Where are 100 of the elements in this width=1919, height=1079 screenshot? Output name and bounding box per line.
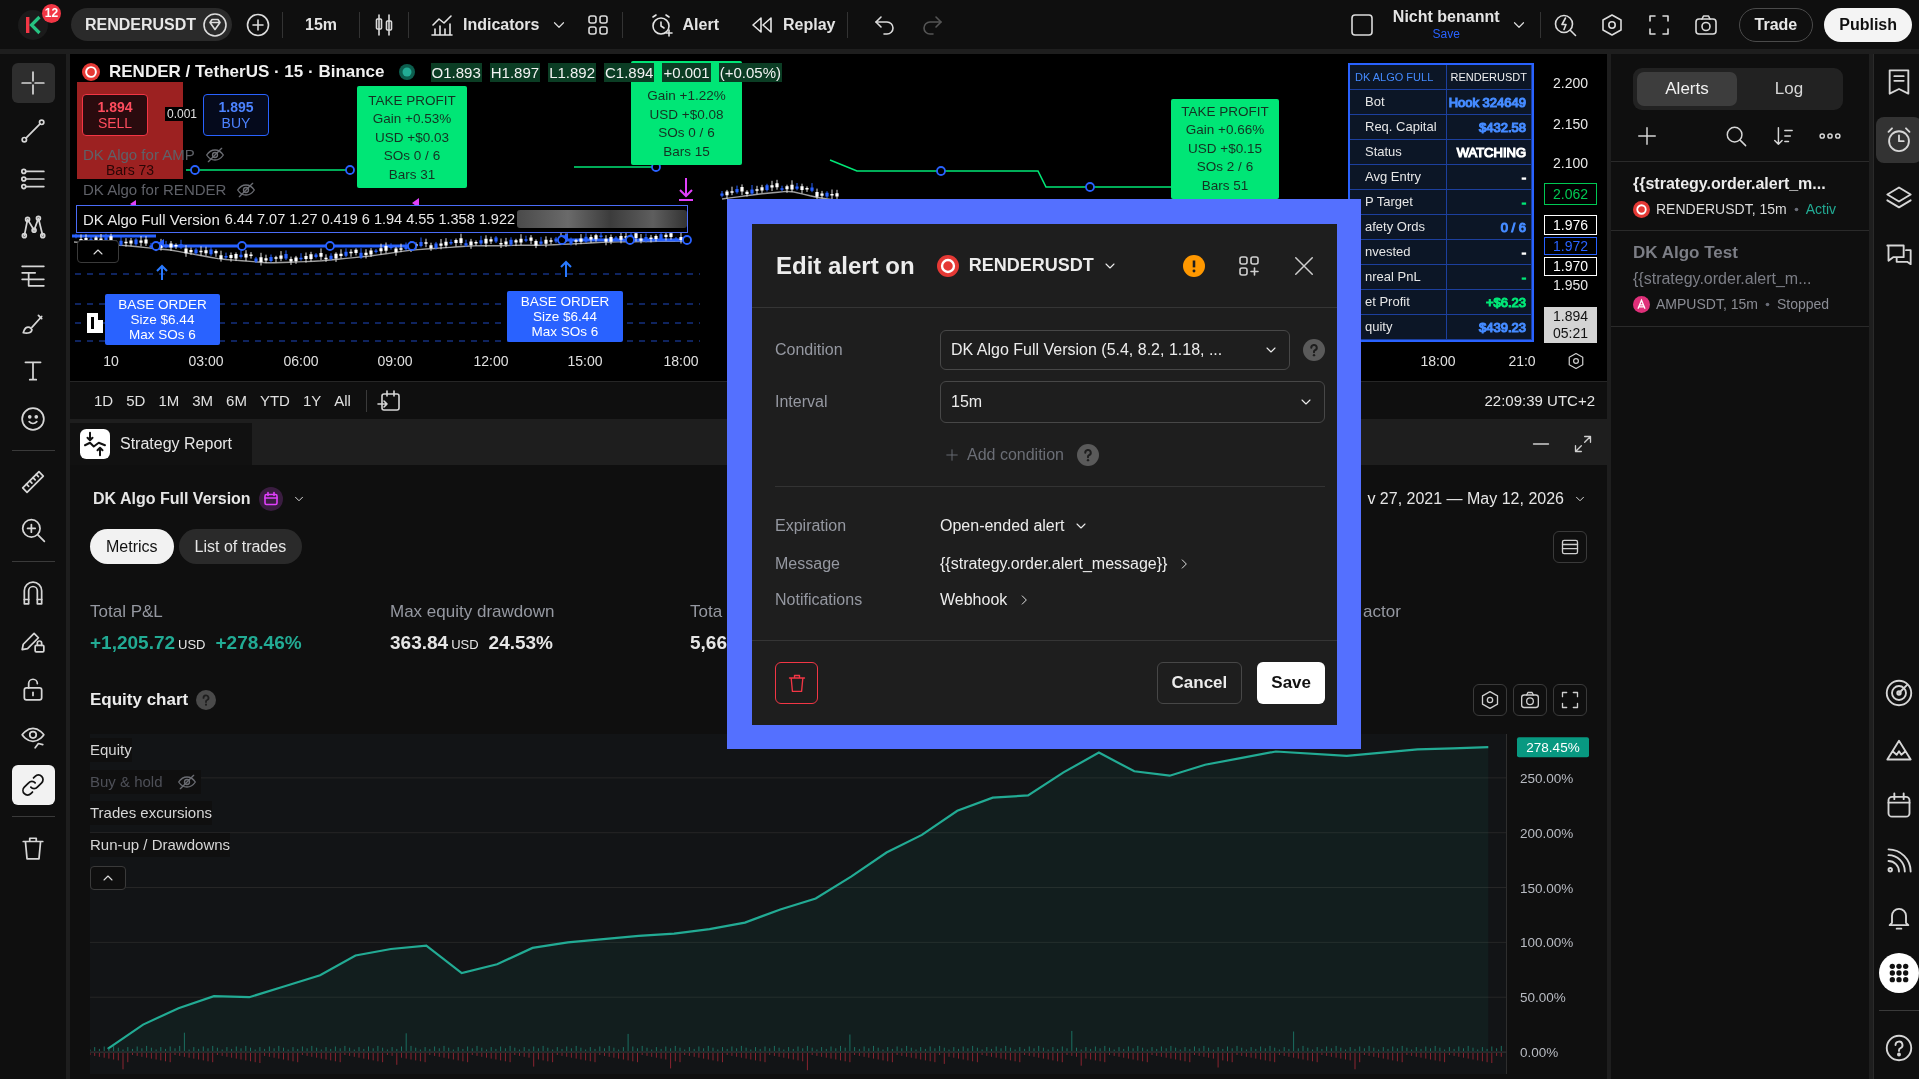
layout-button[interactable] [1553, 530, 1587, 563]
time-label: 10 [103, 353, 119, 369]
layout-name[interactable]: Nicht benannt [1392, 9, 1500, 25]
grid-plus-icon[interactable] [1237, 253, 1261, 278]
close-icon[interactable] [1293, 254, 1315, 277]
period-button[interactable]: 1Y [296, 386, 328, 415]
alert-name: DK Algo Test [1633, 242, 1739, 264]
metric-label: Total P&L [90, 601, 164, 623]
symbol-search-button[interactable]: RENDERUSDT [71, 8, 232, 41]
smiley-icon [20, 406, 46, 432]
alarm-clock-plus-icon [649, 12, 674, 37]
setting-label: Message [775, 555, 841, 573]
alert-item[interactable]: DK Algo Test {{strategy.order.alert_m... AMPUSDT, 15m Stopped [1611, 231, 1869, 327]
dropdown-field[interactable]: 15m [940, 381, 1325, 423]
period-button[interactable]: 1M [152, 386, 186, 415]
save-button[interactable]: Save [1257, 662, 1325, 704]
alert-symbol: RENDERUSDT, 15m [1656, 201, 1787, 217]
chart-settings-button[interactable] [1473, 684, 1507, 716]
cancel-button[interactable]: Cancel [1156, 662, 1243, 704]
period-button[interactable]: YTD [253, 386, 296, 415]
notification-badge: 12 [42, 3, 61, 23]
axis-label: 50.00% [1520, 990, 1566, 1006]
axis-label: 0.00% [1520, 1045, 1559, 1061]
dot-icon [1793, 206, 1799, 212]
price-change: +0.001 [662, 62, 711, 82]
strategy-dropdown[interactable]: DK Algo Full Version [93, 487, 306, 511]
square-icon[interactable] [1349, 12, 1374, 37]
plus-circle-icon[interactable] [246, 12, 270, 37]
tab[interactable]: Alerts [1637, 72, 1737, 106]
time-label: 18:00 [1420, 353, 1456, 369]
alert-item[interactable]: {{strategy.order.alert_m... RENDERUSDT, 15m Activ [1611, 162, 1869, 231]
time-label: 21:0 [1508, 353, 1536, 369]
metric-value: 363.84 [390, 632, 449, 654]
dropdown-field[interactable]: DK Algo Full Version (5.4, 8.2, 1.18, ... [940, 330, 1290, 370]
table-cell: +$6.23 [1447, 290, 1532, 315]
settings-icon[interactable] [1567, 352, 1585, 370]
period-button[interactable]: 6M [220, 386, 253, 415]
time-label: 09:00 [377, 353, 413, 369]
plus-icon[interactable] [1636, 125, 1658, 147]
camera-icon[interactable] [1693, 12, 1718, 37]
search-icon[interactable] [1725, 125, 1747, 147]
warning-icon[interactable] [1183, 254, 1205, 277]
price-marker: 1.970 [1544, 257, 1597, 276]
table-cell: Bot [1350, 90, 1447, 115]
axis-label: 100.00% [1520, 935, 1574, 951]
settings-icon[interactable] [1599, 12, 1624, 37]
tab[interactable]: Metrics [90, 529, 174, 564]
table-cell: Avg Entry [1350, 165, 1447, 190]
ohlc-value: H1.897 [489, 62, 541, 82]
collapse-button[interactable] [90, 866, 126, 890]
replay-button[interactable]: Replay [740, 7, 836, 42]
indicators-button[interactable]: Indicators [421, 7, 540, 42]
time-label: 06:00 [283, 353, 319, 369]
setting-link[interactable]: Webhook [940, 591, 1032, 609]
grid-squares-icon[interactable] [585, 12, 610, 37]
date-range-dropdown[interactable]: v 27, 2021 — May 12, 2026 [1367, 490, 1587, 508]
strategy-report-tab[interactable]: Strategy Report [70, 423, 252, 465]
compress-arrows-icon [80, 429, 110, 459]
period-button[interactable]: All [328, 386, 357, 415]
delete-button[interactable] [775, 662, 818, 704]
link-icon [20, 772, 46, 798]
metric-label: actor [1363, 601, 1402, 623]
setting-dropdown[interactable]: Open-ended alert [940, 517, 1089, 535]
fullscreen-button[interactable] [1553, 684, 1587, 716]
tab[interactable]: List of trades [178, 529, 303, 564]
calendar-arrow-icon[interactable] [376, 388, 401, 413]
target-icon [1884, 679, 1913, 707]
buy-button[interactable]: 1.895 BUY [203, 94, 269, 136]
spread-value: 0.001 [165, 107, 200, 121]
period-button[interactable]: 3M [186, 386, 220, 415]
metric-label: Tota [690, 601, 724, 623]
sidebar-button[interactable] [1875, 117, 1919, 163]
snapshot-button[interactable] [1513, 684, 1547, 716]
period-button[interactable]: 1D [88, 386, 120, 415]
save-link[interactable]: Save [1432, 28, 1460, 40]
publish-button[interactable]: Publish [1824, 7, 1912, 42]
period-button[interactable]: 5D [120, 386, 152, 415]
metric-value: 5,66 [690, 632, 727, 654]
chart-symbol-title[interactable]: RENDER / TetherUS · 15 · Binance [109, 62, 385, 82]
expand-icon[interactable] [1573, 434, 1593, 454]
field-label: Interval [775, 393, 829, 411]
help-icon[interactable] [1303, 339, 1325, 361]
setting-link[interactable]: {{strategy.order.alert_message}} [940, 555, 1192, 573]
fullscreen-icon [1560, 690, 1580, 710]
lightning-search-icon[interactable] [1552, 12, 1577, 37]
tool-button[interactable] [11, 765, 55, 805]
magnet-icon [20, 580, 46, 606]
axis-label: 150.00% [1520, 880, 1574, 896]
field-label: Condition [775, 341, 844, 359]
dot-icon [1764, 301, 1770, 307]
sell-button[interactable]: 1.894 SELL [82, 94, 148, 136]
setting-label: Expiration [775, 517, 848, 535]
tab[interactable]: Log [1739, 72, 1839, 106]
tool-button[interactable] [11, 63, 55, 103]
interval-button[interactable]: 15m [295, 7, 348, 42]
help-icon[interactable] [1076, 444, 1099, 466]
sort-icon[interactable] [1772, 125, 1794, 147]
fullscreen-icon[interactable] [1646, 12, 1671, 37]
section-title: Equity chart [90, 690, 189, 710]
alert-button[interactable]: Alert [640, 7, 719, 42]
